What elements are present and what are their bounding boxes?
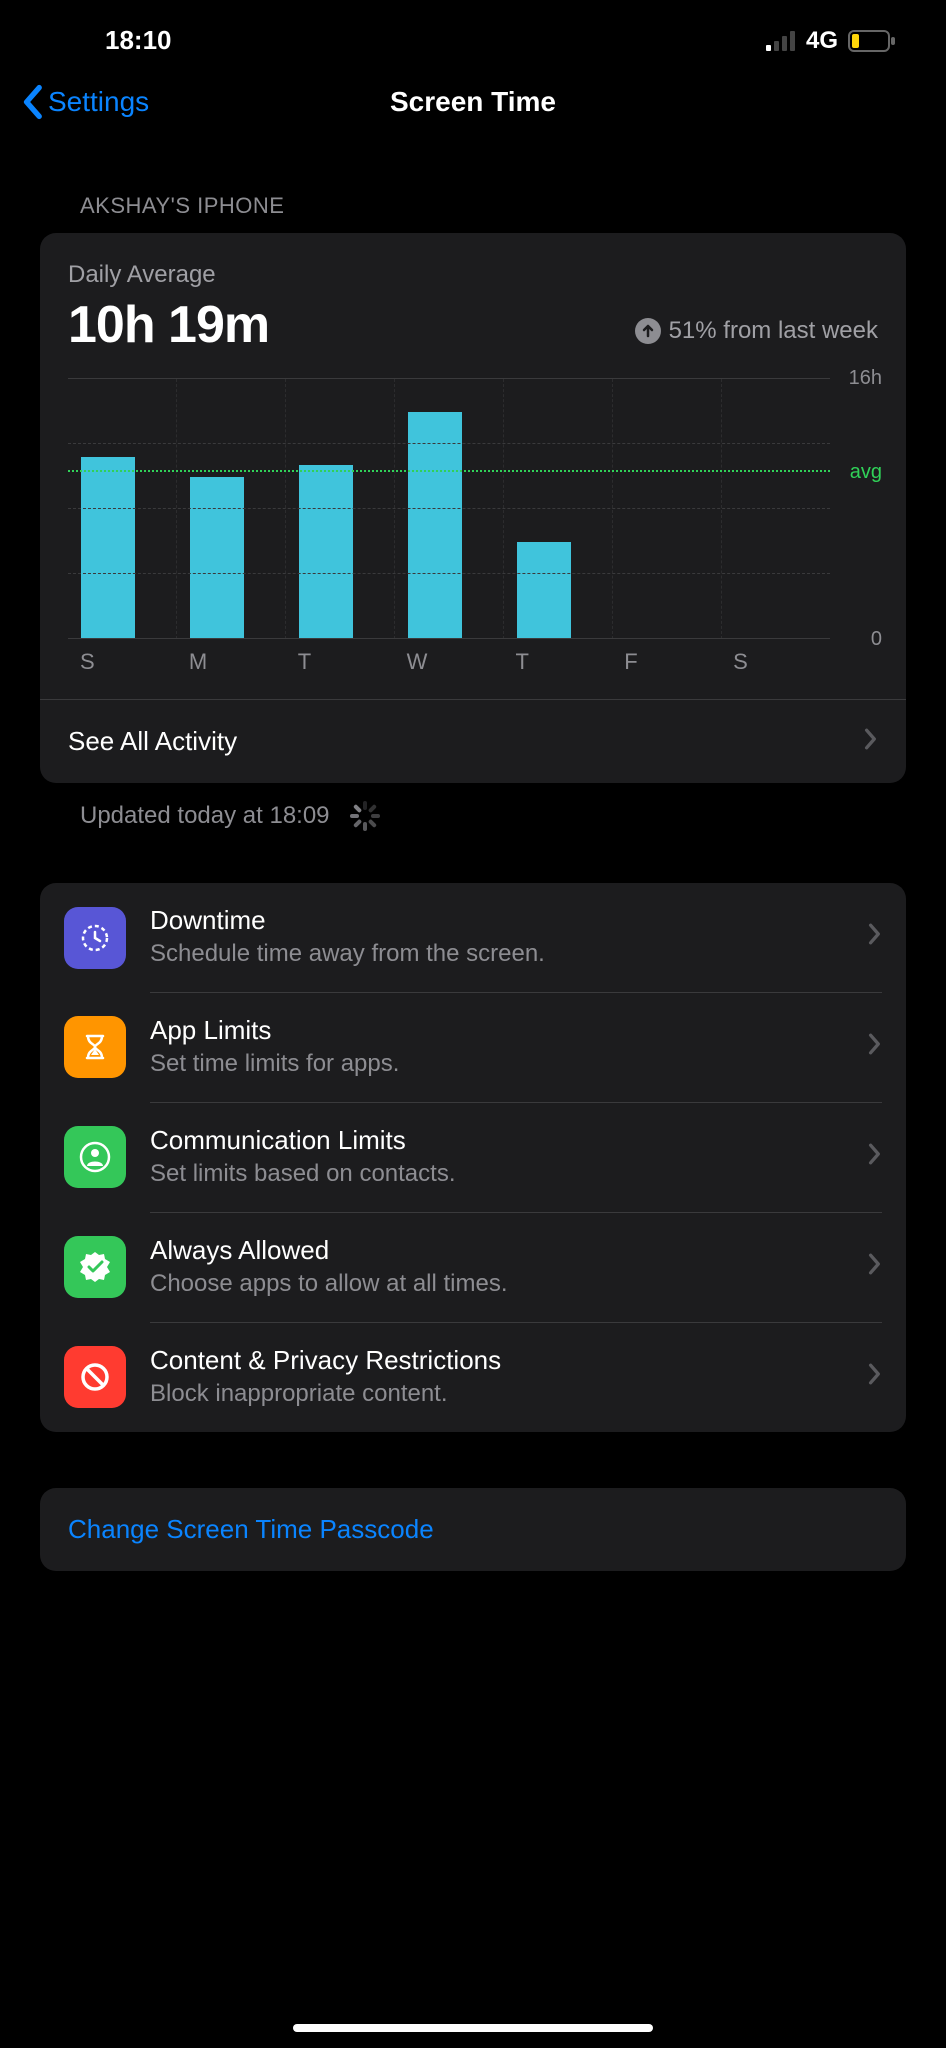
- avg-label: avg: [850, 461, 882, 484]
- see-all-activity-row[interactable]: See All Activity: [40, 699, 906, 783]
- daily-average-value: 10h 19m: [68, 295, 269, 355]
- clock-icon: [64, 907, 126, 969]
- change-passcode-label: Change Screen Time Passcode: [68, 1514, 434, 1544]
- network-label: 4G: [806, 27, 838, 55]
- cellular-signal-icon: [766, 31, 796, 51]
- option-title: Always Allowed: [150, 1235, 850, 1266]
- chart-bar: [612, 379, 721, 639]
- spinner-icon: [350, 801, 380, 831]
- option-subtitle: Choose apps to allow at all times.: [150, 1270, 850, 1298]
- back-label: Settings: [48, 86, 149, 118]
- battery-icon: [848, 30, 896, 52]
- x-tick: S: [721, 649, 830, 675]
- updated-text: Updated today at 18:09: [80, 802, 330, 830]
- change-passcode-row[interactable]: Change Screen Time Passcode: [40, 1488, 906, 1571]
- daily-average-label: Daily Average: [68, 261, 269, 289]
- x-tick: W: [395, 649, 504, 675]
- chevron-right-icon: [864, 726, 878, 757]
- chevron-left-icon: [20, 84, 44, 120]
- option-row-downtime[interactable]: Downtime Schedule time away from the scre…: [40, 883, 906, 992]
- arrow-up-circle-icon: [635, 318, 661, 344]
- chart-bar: [285, 379, 394, 639]
- home-indicator[interactable]: [293, 2024, 653, 2032]
- chevron-right-icon: [868, 1363, 882, 1390]
- x-tick: F: [612, 649, 721, 675]
- back-button[interactable]: Settings: [20, 84, 149, 120]
- person-circle-icon: [64, 1126, 126, 1188]
- chevron-right-icon: [868, 923, 882, 950]
- option-title: Downtime: [150, 905, 850, 936]
- chart-bar: [503, 379, 612, 639]
- x-tick: T: [503, 649, 612, 675]
- y-min-label: 0: [871, 628, 882, 651]
- usage-summary-card: Daily Average 10h 19m 51% from last week…: [40, 233, 906, 783]
- chart-bar: [176, 379, 285, 639]
- option-subtitle: Set limits based on contacts.: [150, 1160, 850, 1188]
- chart-bar: [68, 379, 176, 639]
- see-all-label: See All Activity: [68, 726, 237, 757]
- delta-from-last-week: 51% from last week: [635, 317, 878, 345]
- chevron-right-icon: [868, 1033, 882, 1060]
- status-right: 4G: [766, 27, 896, 55]
- option-row-content-privacy-restrictions[interactable]: Content & Privacy Restrictions Block inap…: [40, 1322, 906, 1432]
- status-bar: 18:10 4G: [0, 0, 946, 71]
- hourglass-icon: [64, 1016, 126, 1078]
- usage-chart: 16h avg 0 SMTWTFS: [40, 355, 906, 699]
- option-subtitle: Schedule time away from the screen.: [150, 940, 850, 968]
- no-symbol-icon: [64, 1346, 126, 1408]
- x-tick: S: [68, 649, 177, 675]
- option-row-always-allowed[interactable]: Always Allowed Choose apps to allow at al…: [40, 1212, 906, 1322]
- option-row-app-limits[interactable]: App Limits Set time limits for apps.: [40, 992, 906, 1102]
- option-row-communication-limits[interactable]: Communication Limits Set limits based on …: [40, 1102, 906, 1212]
- updated-row: Updated today at 18:09: [0, 783, 946, 831]
- chart-bar: [394, 379, 503, 639]
- delta-text: 51% from last week: [669, 317, 878, 345]
- status-time: 18:10: [105, 25, 172, 56]
- option-subtitle: Set time limits for apps.: [150, 1050, 850, 1078]
- option-subtitle: Block inappropriate content.: [150, 1380, 850, 1408]
- option-title: Content & Privacy Restrictions: [150, 1345, 850, 1376]
- chart-bar: [721, 379, 830, 639]
- checkmark-seal-icon: [64, 1236, 126, 1298]
- x-tick: T: [286, 649, 395, 675]
- device-header: AKSHAY'S IPHONE: [0, 143, 946, 233]
- nav-bar: Settings Screen Time: [0, 71, 946, 143]
- options-list: Downtime Schedule time away from the scre…: [40, 883, 906, 1432]
- option-title: App Limits: [150, 1015, 850, 1046]
- chevron-right-icon: [868, 1143, 882, 1170]
- y-max-label: 16h: [849, 367, 882, 390]
- x-tick: M: [177, 649, 286, 675]
- option-title: Communication Limits: [150, 1125, 850, 1156]
- chevron-right-icon: [868, 1253, 882, 1280]
